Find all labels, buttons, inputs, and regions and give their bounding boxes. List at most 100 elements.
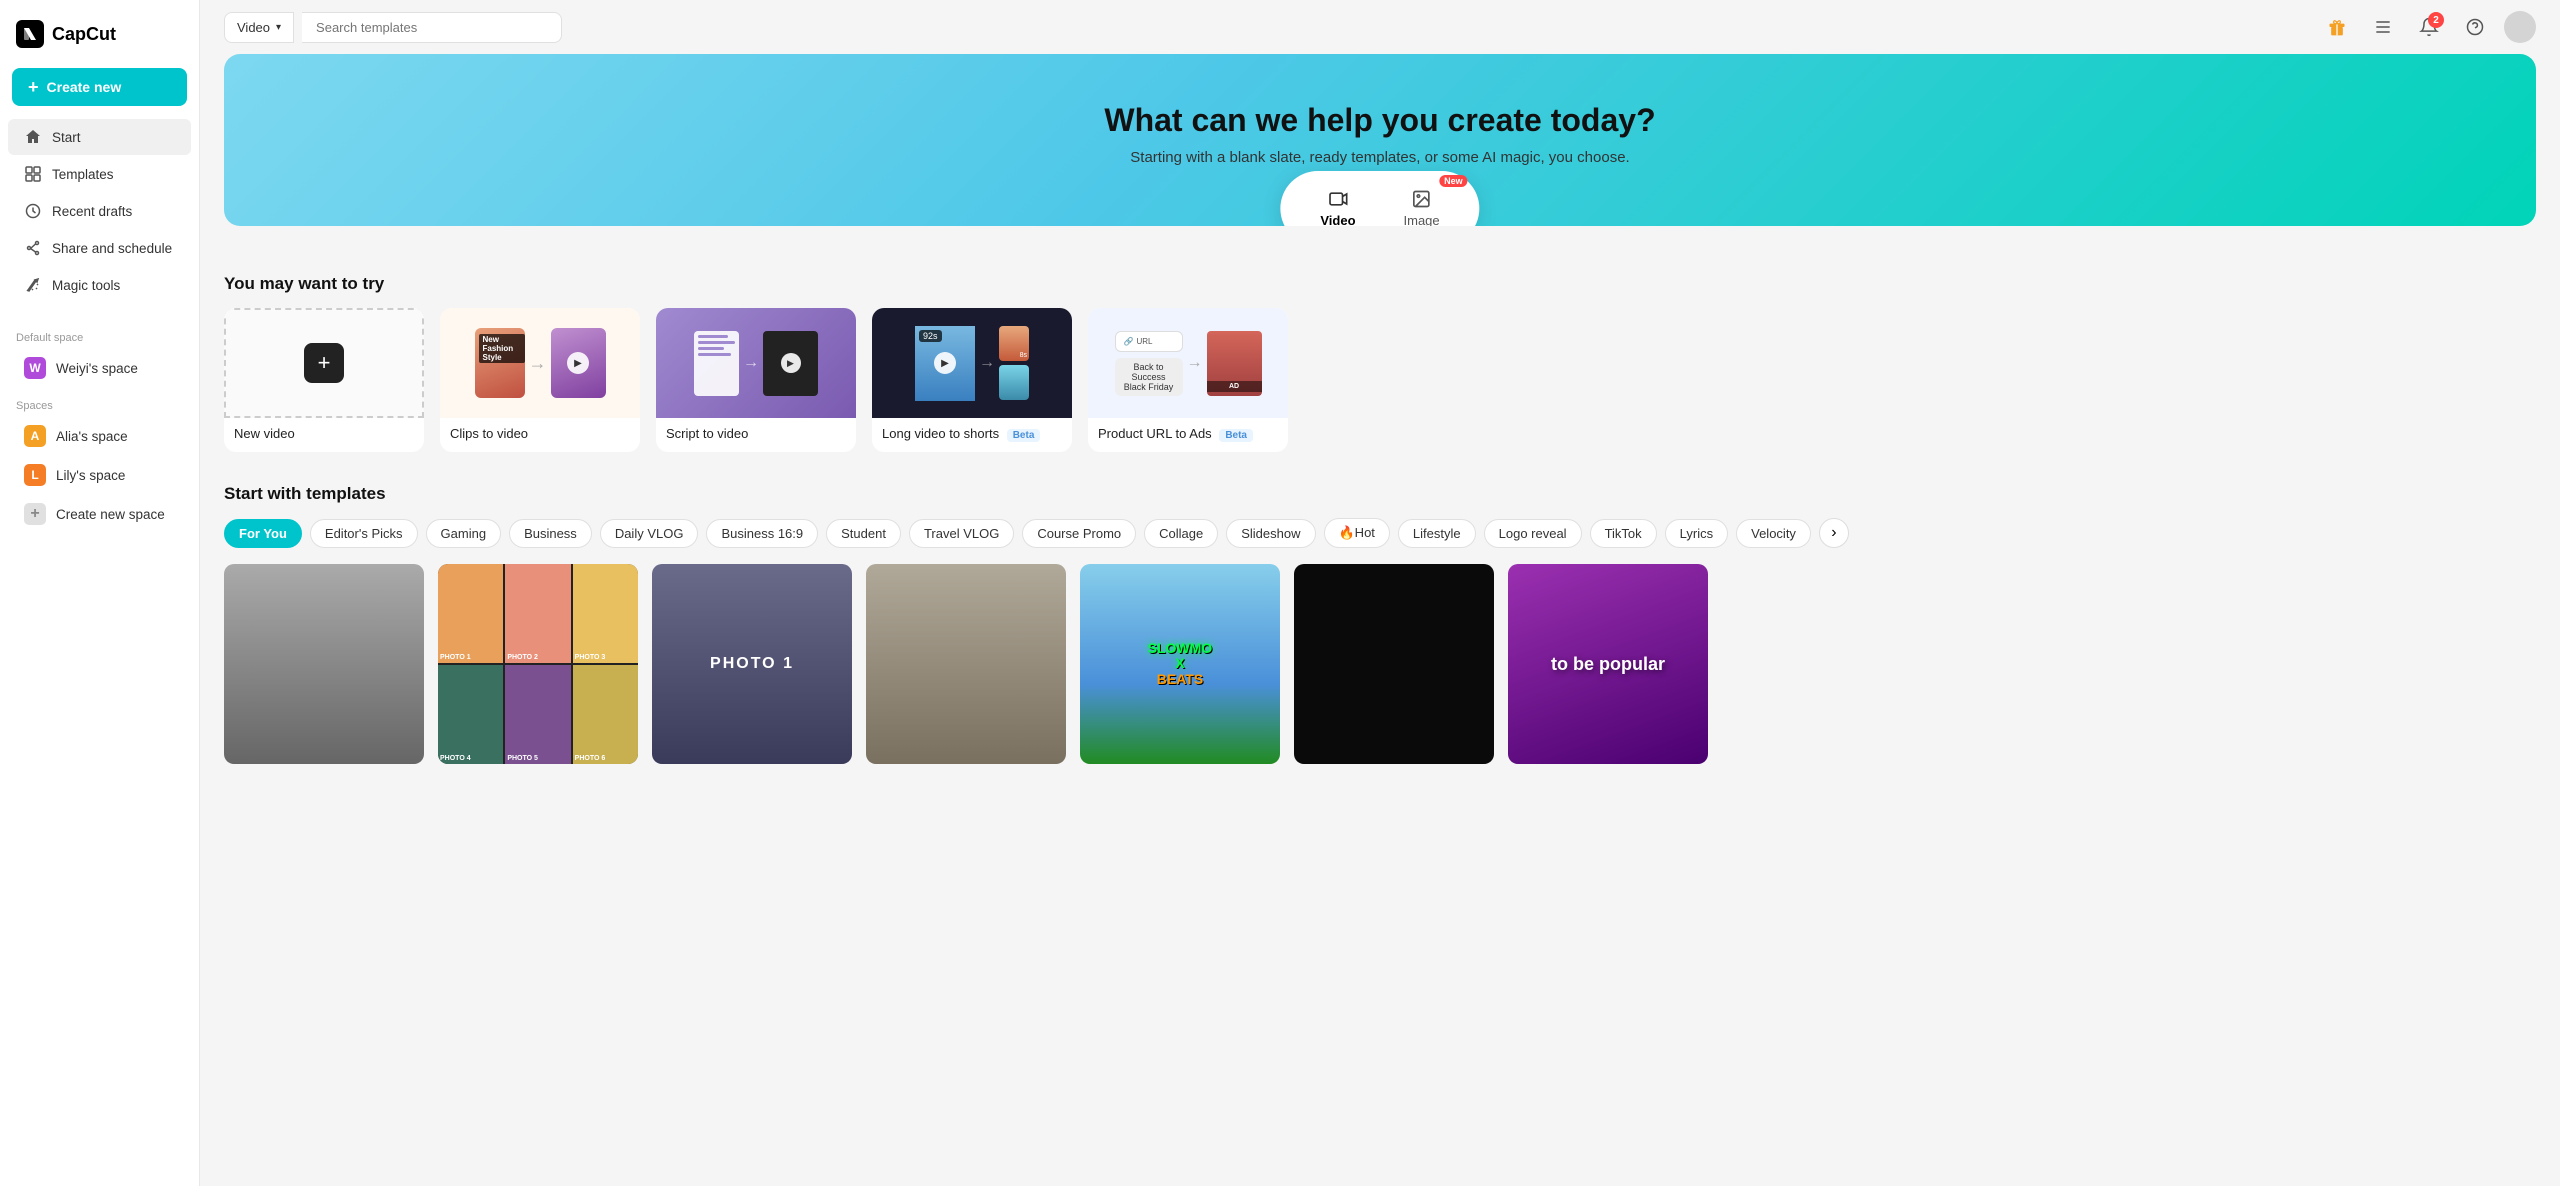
- chip-course-promo[interactable]: Course Promo: [1022, 519, 1136, 548]
- default-space-label: Default space: [0, 320, 199, 348]
- beta-badge-1: Beta: [1007, 429, 1041, 442]
- beta-badge-2: Beta: [1219, 429, 1253, 442]
- chip-hot[interactable]: 🔥Hot: [1324, 518, 1390, 548]
- main-content: Video ▾ 2 What can we help you create to…: [200, 0, 2560, 1186]
- sidebar-item-start[interactable]: Start: [8, 119, 191, 155]
- default-space-avatar: W: [24, 357, 46, 379]
- chip-for-you[interactable]: For You: [224, 519, 302, 548]
- photo-label-4: PHOTO 4: [440, 755, 471, 762]
- topbar: Video ▾ 2: [200, 0, 2560, 54]
- chip-student[interactable]: Student: [826, 519, 901, 548]
- try-card-script-to-video[interactable]: → ▶ Script to video: [656, 308, 856, 452]
- try-card-long-video-to-shorts[interactable]: 92s ▶ → 8s: [872, 308, 1072, 452]
- ad-text: AD: [1207, 381, 1262, 392]
- arrow-icon-3: →: [979, 354, 995, 372]
- template-thumb-7[interactable]: to be popular: [1508, 564, 1708, 764]
- long-video-label-text: Long video to shorts: [882, 426, 999, 441]
- hero-title: What can we help you create today?: [256, 102, 2504, 139]
- space-item-lily[interactable]: L Lily's space: [8, 456, 191, 494]
- gift-button[interactable]: [2320, 10, 2354, 44]
- hero-banner: What can we help you create today? Start…: [224, 54, 2536, 226]
- layers-button[interactable]: [2366, 10, 2400, 44]
- try-card-new-video[interactable]: + New video: [224, 308, 424, 452]
- try-card-product-url[interactable]: 🔗URL Back toSuccessBlack Friday → AD Pro…: [1088, 308, 1288, 452]
- chip-editors-picks[interactable]: Editor's Picks: [310, 519, 418, 548]
- search-area: Video ▾: [224, 12, 562, 43]
- notification-button[interactable]: 2: [2412, 10, 2446, 44]
- chip-business-169[interactable]: Business 16:9: [706, 519, 818, 548]
- space-item-alia[interactable]: A Alia's space: [8, 417, 191, 455]
- add-icon: +: [304, 343, 344, 383]
- plus-icon: +: [28, 78, 39, 96]
- start-label: Start: [52, 130, 81, 145]
- product-url-label-text: Product URL to Ads: [1098, 426, 1212, 441]
- create-new-label: Create new: [47, 79, 122, 95]
- sidebar-item-templates[interactable]: Templates: [8, 156, 191, 192]
- create-space-icon: +: [24, 503, 46, 525]
- arrow-icon-2: →: [743, 354, 759, 372]
- product-url-thumbnail: 🔗URL Back toSuccessBlack Friday → AD: [1088, 308, 1288, 418]
- template-thumb-6[interactable]: [1294, 564, 1494, 764]
- video-dropdown[interactable]: Video ▾: [224, 12, 294, 43]
- templates-icon: [24, 165, 42, 183]
- script-to-video-label: Script to video: [656, 418, 856, 451]
- arrow-icon-4: →: [1187, 354, 1203, 372]
- default-space-item[interactable]: W Weiyi's space: [8, 349, 191, 387]
- sidebar-item-share-schedule[interactable]: Share and schedule: [8, 230, 191, 266]
- magic-tools-label: Magic tools: [52, 278, 120, 293]
- chips-scroll-right[interactable]: ›: [1819, 518, 1849, 548]
- chip-collage[interactable]: Collage: [1144, 519, 1218, 548]
- chip-business[interactable]: Business: [509, 519, 592, 548]
- chip-travel-vlog[interactable]: Travel VLOG: [909, 519, 1014, 548]
- photo-label-5: PHOTO 5: [507, 755, 538, 762]
- video-icon: [1328, 189, 1348, 209]
- photo-label-1: PHOTO 1: [440, 654, 471, 661]
- hero-tab-video[interactable]: Video: [1300, 181, 1375, 226]
- recent-drafts-label: Recent drafts: [52, 204, 132, 219]
- create-new-button[interactable]: + Create new: [12, 68, 187, 106]
- video-dropdown-label: Video: [237, 20, 270, 35]
- try-section-title: You may want to try: [224, 274, 2536, 294]
- chip-velocity[interactable]: Velocity: [1736, 519, 1811, 548]
- chip-tiktok[interactable]: TikTok: [1590, 519, 1657, 548]
- product-url-label: Product URL to Ads Beta: [1088, 418, 1288, 452]
- sidebar-item-recent-drafts[interactable]: Recent drafts: [8, 193, 191, 229]
- hero-tab-image[interactable]: Image New: [1384, 181, 1460, 226]
- templates-label: Templates: [52, 167, 114, 182]
- template-thumb-5[interactable]: SLOWMOXBEATS: [1080, 564, 1280, 764]
- image-icon: [1412, 189, 1432, 209]
- try-card-clips-to-video[interactable]: New Fashion Style → ▶ Clips to video: [440, 308, 640, 452]
- template-thumb-4[interactable]: [866, 564, 1066, 764]
- chip-lifestyle[interactable]: Lifestyle: [1398, 519, 1476, 548]
- capcut-logo-icon: [16, 20, 44, 48]
- chevron-down-icon: ▾: [276, 22, 281, 33]
- popular-text: to be popular: [1551, 654, 1665, 675]
- search-input[interactable]: [302, 12, 562, 43]
- chip-logo-reveal[interactable]: Logo reveal: [1484, 519, 1582, 548]
- app-logo: CapCut: [0, 12, 199, 64]
- user-avatar[interactable]: [2504, 11, 2536, 43]
- create-new-space-item[interactable]: + Create new space: [8, 495, 191, 533]
- video-tab-label: Video: [1320, 213, 1355, 226]
- template-thumb-1[interactable]: [224, 564, 424, 764]
- chip-daily-vlog[interactable]: Daily VLOG: [600, 519, 699, 548]
- default-space-name: Weiyi's space: [56, 361, 138, 376]
- chip-slideshow[interactable]: Slideshow: [1226, 519, 1315, 548]
- lily-space-avatar: L: [24, 464, 46, 486]
- help-button[interactable]: [2458, 10, 2492, 44]
- clips-to-video-label: Clips to video: [440, 418, 640, 451]
- sidebar-item-magic-tools[interactable]: Magic tools: [8, 267, 191, 303]
- app-name: CapCut: [52, 24, 116, 45]
- template-thumb-2[interactable]: PHOTO 1 PHOTO 2 PHOTO 3 PHOTO 4 PHOTO 5 …: [438, 564, 638, 764]
- hero-subtitle: Starting with a blank slate, ready templ…: [256, 149, 2504, 166]
- chip-gaming[interactable]: Gaming: [426, 519, 502, 548]
- share-icon: [24, 239, 42, 257]
- long-video-thumbnail: 92s ▶ → 8s: [872, 308, 1072, 418]
- topbar-icons: 2: [2320, 10, 2536, 44]
- image-tab-label: Image: [1404, 213, 1440, 226]
- sidebar: CapCut + Create new Start Templates Rece…: [0, 0, 200, 1186]
- photo1-text: PHOTO 1: [710, 655, 794, 673]
- template-thumb-3[interactable]: PHOTO 1: [652, 564, 852, 764]
- chip-lyrics[interactable]: Lyrics: [1665, 519, 1728, 548]
- templates-section-title: Start with templates: [224, 484, 2536, 504]
